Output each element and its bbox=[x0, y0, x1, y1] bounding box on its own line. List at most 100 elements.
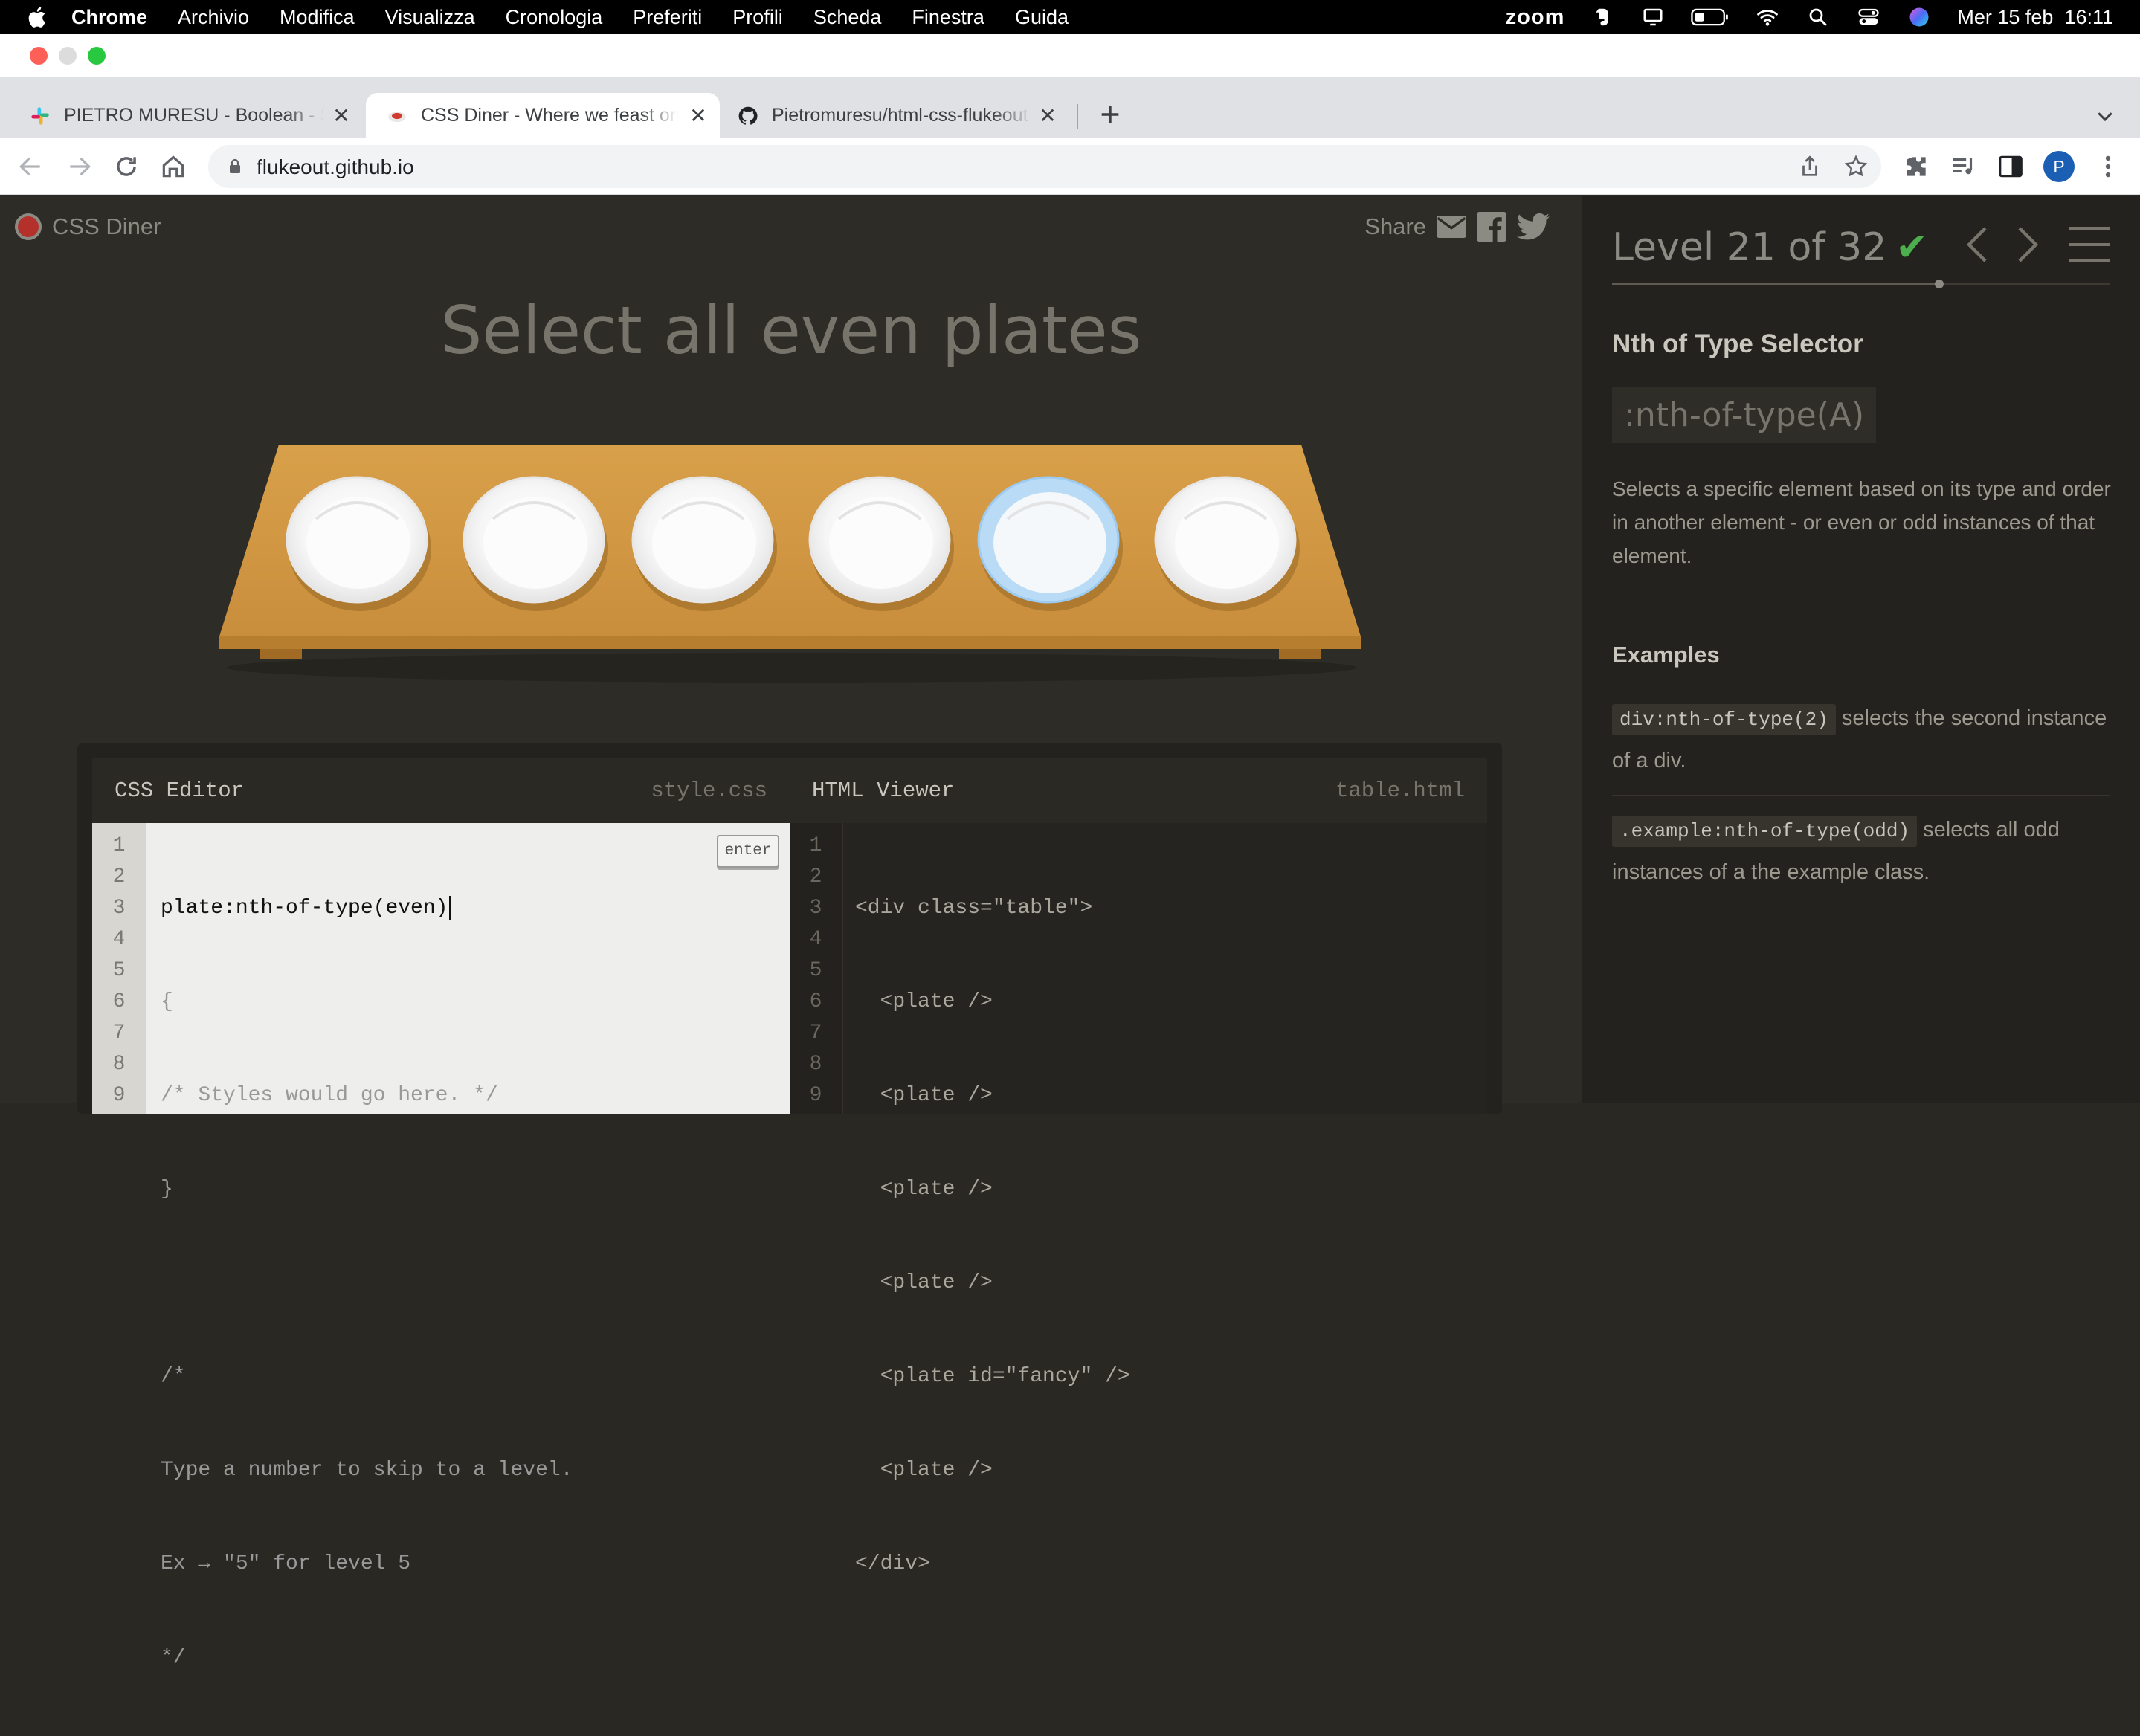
forward-arrow-icon[interactable] bbox=[65, 152, 94, 181]
tab-search-chevron-icon[interactable] bbox=[2094, 105, 2116, 127]
css-editor-header: CSS Editor style.css bbox=[92, 758, 790, 823]
close-tab-icon[interactable]: ✕ bbox=[1037, 105, 1059, 127]
tab-css-diner[interactable]: CSS Diner - Where we feast on CSS Select… bbox=[366, 93, 720, 138]
evernote-icon[interactable] bbox=[1590, 6, 1615, 28]
code-line: Ex → "5" for level 5 bbox=[161, 1552, 411, 1575]
close-tab-icon[interactable]: ✕ bbox=[687, 105, 709, 127]
selector-syntax: :nth-of-type(A) bbox=[1612, 387, 1877, 443]
menu-scheda[interactable]: Scheda bbox=[813, 6, 882, 29]
share-page-icon[interactable] bbox=[1797, 154, 1822, 179]
css-editor-code: 1 2 3 4 5 6 7 8 9 plate:nth-of-type(even… bbox=[92, 823, 790, 1669]
code-line: } bbox=[161, 1178, 173, 1201]
plate-selected[interactable] bbox=[977, 476, 1123, 611]
plate[interactable] bbox=[286, 476, 431, 611]
markup-line-table-close[interactable]: </div> bbox=[855, 1549, 1487, 1580]
plate[interactable] bbox=[463, 476, 608, 611]
level-progress-fill bbox=[1612, 283, 1939, 285]
close-tab-icon[interactable]: ✕ bbox=[330, 105, 352, 127]
example-1: div:nth-of-type(2) selects the second in… bbox=[1612, 698, 2118, 781]
close-window-button[interactable] bbox=[30, 47, 48, 65]
markup-line-plate[interactable]: <plate /> bbox=[855, 1080, 1487, 1111]
next-level-chevron-icon[interactable] bbox=[2017, 225, 2040, 264]
css-editor-pane: CSS Editor style.css 1 2 3 4 5 6 7 8 9 p… bbox=[92, 758, 790, 1669]
lock-icon[interactable] bbox=[226, 158, 244, 175]
selector-name: Nth of Type Selector bbox=[1612, 329, 1863, 358]
menu-profili[interactable]: Profili bbox=[732, 6, 783, 29]
macos-menubar: Chrome Archivio Modifica Visualizza Cron… bbox=[0, 0, 2140, 34]
logo-text: CSS Diner bbox=[52, 213, 161, 239]
text-cursor bbox=[449, 895, 451, 920]
css-file-name: style.css bbox=[651, 778, 767, 803]
twitter-icon[interactable] bbox=[1517, 213, 1550, 241]
side-panel-icon[interactable] bbox=[1996, 152, 2025, 181]
battery-icon[interactable] bbox=[1691, 6, 1730, 28]
display-icon[interactable] bbox=[1640, 6, 1666, 28]
markup-line-plate[interactable]: <plate /> bbox=[855, 1455, 1487, 1486]
markup-line-table-open[interactable]: <div class="table"> bbox=[855, 893, 1487, 924]
tab-strip: PIETRO MURESU - Boolean - Slack ✕ CSS Di… bbox=[0, 77, 2140, 138]
plate[interactable] bbox=[631, 476, 777, 611]
line-number: 2 bbox=[809, 865, 822, 888]
tab-title: PIETRO MURESU - Boolean - Slack bbox=[64, 105, 324, 126]
markup-line-plate[interactable]: <plate /> bbox=[855, 1174, 1487, 1205]
media-controls-icon[interactable] bbox=[1950, 152, 1978, 181]
tab-slack[interactable]: PIETRO MURESU - Boolean - Slack ✕ bbox=[15, 93, 363, 138]
facebook-icon[interactable] bbox=[1477, 212, 1506, 242]
tab-github[interactable]: Pietromuresu/html-css-flukeout ✕ bbox=[723, 93, 1069, 138]
example-code: div:nth-of-type(2) bbox=[1612, 704, 1836, 735]
apple-icon[interactable] bbox=[25, 4, 51, 30]
markup-line-plate[interactable]: <plate /> bbox=[855, 987, 1487, 1018]
plate[interactable] bbox=[1154, 476, 1300, 611]
line-number: 7 bbox=[112, 1022, 126, 1045]
home-icon[interactable] bbox=[159, 152, 187, 181]
line-number: 8 bbox=[112, 1053, 126, 1076]
address-bar[interactable]: flukeout.github.io bbox=[208, 145, 1881, 188]
level-indicator: Level 21 of 32 bbox=[1612, 225, 1887, 270]
html-viewer-header: HTML Viewer table.html bbox=[790, 758, 1487, 823]
menubar-clock[interactable]: Mer 15 feb 16:11 bbox=[1957, 6, 2113, 29]
reload-icon[interactable] bbox=[112, 152, 141, 181]
line-number: 5 bbox=[112, 959, 126, 982]
html-code-lines: <div class="table"> <plate /> <plate /> … bbox=[843, 823, 1487, 1575]
email-icon[interactable] bbox=[1437, 215, 1466, 239]
kebab-menu-icon[interactable] bbox=[2094, 152, 2122, 181]
menu-finestra[interactable]: Finestra bbox=[912, 6, 984, 29]
line-number: 6 bbox=[112, 990, 126, 1013]
zoom-status-item[interactable]: zoom bbox=[1506, 5, 1565, 30]
css-selector-input[interactable]: plate:nth-of-type(even) bbox=[161, 893, 790, 924]
level-menu-icon[interactable] bbox=[2069, 225, 2110, 264]
spotlight-search-icon[interactable] bbox=[1805, 6, 1831, 28]
extensions-puzzle-icon[interactable] bbox=[1902, 152, 1930, 181]
menu-app-name[interactable]: Chrome bbox=[71, 6, 147, 29]
siri-icon[interactable] bbox=[1907, 6, 1932, 28]
wifi-icon[interactable] bbox=[1755, 6, 1780, 28]
menu-guida[interactable]: Guida bbox=[1015, 6, 1069, 29]
menu-visualizza[interactable]: Visualizza bbox=[385, 6, 475, 29]
plate[interactable] bbox=[808, 476, 954, 611]
back-arrow-icon[interactable] bbox=[16, 152, 45, 181]
example-code: .example:nth-of-type(odd) bbox=[1612, 816, 1918, 847]
tab-separator bbox=[1077, 104, 1078, 129]
minimize-window-button[interactable] bbox=[59, 47, 77, 65]
html-viewer-pane: HTML Viewer table.html 1 2 3 4 5 6 7 8 9 bbox=[790, 758, 1487, 1575]
line-number: 7 bbox=[809, 1022, 822, 1045]
menu-preferiti[interactable]: Preferiti bbox=[633, 6, 702, 29]
line-number: 8 bbox=[809, 1053, 822, 1076]
new-tab-plus-icon[interactable] bbox=[1098, 102, 1123, 127]
profile-avatar[interactable]: P bbox=[2043, 151, 2075, 182]
markup-line-plate-fancy[interactable]: <plate id="fancy" /> bbox=[855, 1361, 1487, 1393]
control-center-icon[interactable] bbox=[1856, 6, 1881, 28]
logo-plate-icon bbox=[15, 213, 42, 240]
bookmark-star-icon[interactable] bbox=[1843, 154, 1869, 179]
previous-level-chevron-icon[interactable] bbox=[1965, 225, 1988, 264]
menu-archivio[interactable]: Archivio bbox=[178, 6, 249, 29]
maximize-window-button[interactable] bbox=[88, 47, 106, 65]
enter-button[interactable]: enter bbox=[717, 835, 779, 868]
css-diner-logo[interactable]: CSS Diner bbox=[15, 213, 161, 240]
menu-cronologia[interactable]: Cronologia bbox=[506, 6, 603, 29]
menu-modifica[interactable]: Modifica bbox=[280, 6, 355, 29]
html-viewer-title: HTML Viewer bbox=[812, 778, 955, 803]
markup-line-plate[interactable]: <plate /> bbox=[855, 1268, 1487, 1299]
code-line: Type a number to skip to a level. bbox=[161, 1459, 573, 1482]
css-code-lines: plate:nth-of-type(even) { /* Styles woul… bbox=[146, 823, 790, 1669]
